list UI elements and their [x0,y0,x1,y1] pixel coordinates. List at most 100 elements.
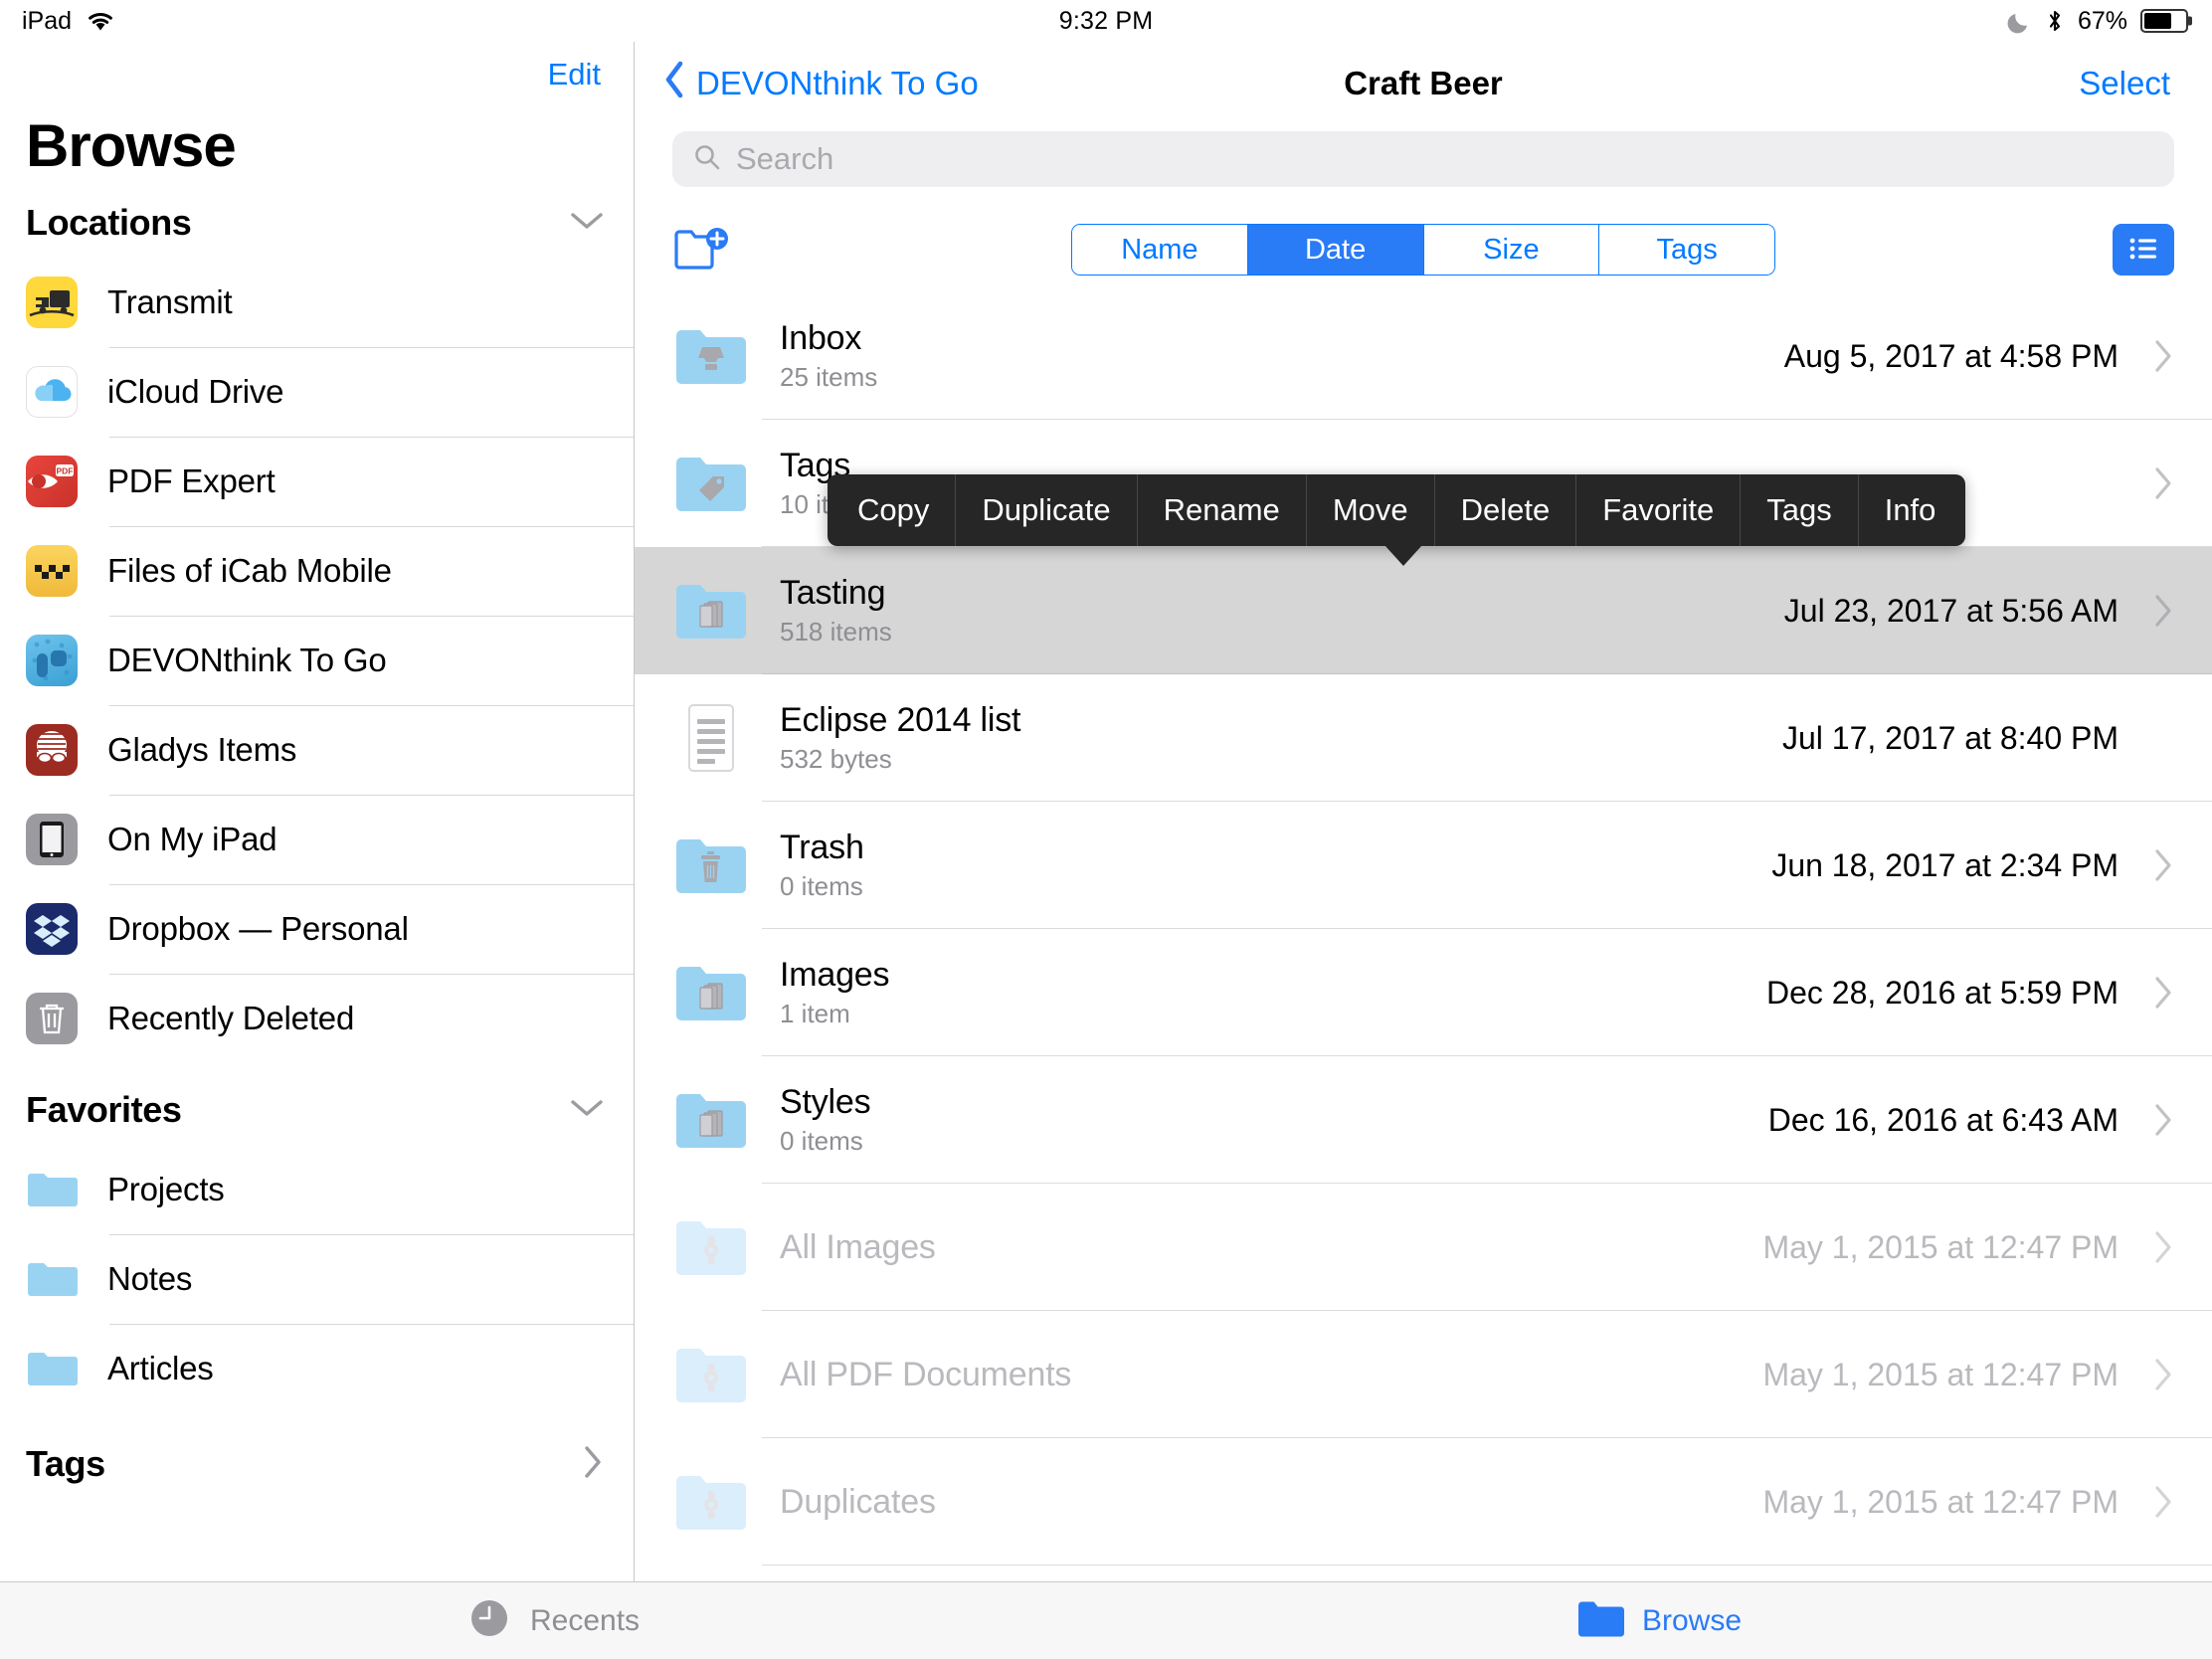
table-row[interactable]: Trash 0 items Jun 18, 2017 at 2:34 PM [635,802,2212,929]
sidebar-item-label: Dropbox — Personal [107,910,409,947]
row-title: Inbox [780,319,862,357]
sidebar-section-header-tags[interactable]: Tags [0,1413,634,1499]
sidebar-item-transmit[interactable]: Transmit [0,258,634,347]
chevron-right-icon [2152,465,2174,501]
folder-docs-icon [672,1081,750,1159]
sidebar-item-icloud-drive[interactable]: iCloud Drive [0,347,634,437]
row-text: Inbox 25 items [780,319,877,393]
search-bar-container [635,125,2212,207]
chevron-left-icon [662,60,686,107]
navigation-bar: DEVONthink To Go Craft Beer Select [635,42,2212,125]
search-icon [692,142,722,177]
context-menu-pointer [1384,545,1422,566]
status-bar-right: 67% [2007,7,2188,36]
sort-segment-date[interactable]: Date [1247,225,1424,275]
sidebar-section-header-locations[interactable]: Locations [0,194,634,258]
row-subtitle: 1 item [780,999,850,1028]
chevron-right-icon [2152,593,2174,629]
row-title: Duplicates [780,1482,936,1521]
row-subtitle: 0 items [780,1126,863,1156]
pdf-expert-app-icon: PDF [26,456,78,507]
list-view-button[interactable] [2113,224,2174,276]
moon-icon [2007,9,2032,34]
back-button[interactable]: DEVONthink To Go [662,60,979,107]
table-row[interactable]: Eclipse 2014 list 532 bytes Jul 17, 2017… [635,674,2212,802]
row-text: All PDF Documents [780,1356,1071,1394]
sidebar-item-dropbox-personal[interactable]: Dropbox — Personal [0,884,634,974]
table-row[interactable]: All Images May 1, 2015 at 12:47 PM [635,1184,2212,1311]
sidebar-item-notes[interactable]: Notes [0,1234,634,1324]
row-title: All Images [780,1227,936,1266]
sidebar-item-devonthink[interactable]: DEVONthink To Go [0,616,634,705]
table-row[interactable]: Duplicates May 1, 2015 at 12:47 PM [635,1438,2212,1566]
sort-segment-name[interactable]: Name [1072,225,1248,275]
svg-text:PDF: PDF [57,466,74,476]
new-folder-button[interactable] [672,221,734,279]
table-row[interactable]: Images 1 item Dec 28, 2016 at 5:59 PM [635,929,2212,1056]
context-menu-item-delete[interactable]: Delete [1435,474,1577,546]
select-button[interactable]: Select [2079,65,2170,102]
sidebar-section-header-favorites[interactable]: Favorites [0,1063,634,1145]
context-menu-item-tags[interactable]: Tags [1741,474,1859,546]
battery-percent-label: 67% [2077,6,2127,35]
row-subtitle: 25 items [780,362,878,392]
context-menu-item-duplicate[interactable]: Duplicate [956,474,1138,546]
row-date: Jun 18, 2017 at 2:34 PM [1771,846,2119,883]
sidebar-locations-list: Transmit iCloud Drive PDF PDF Expert Fil… [0,258,634,1063]
folder-tag-icon [672,445,750,522]
chevron-down-icon[interactable] [570,1098,604,1123]
row-subtitle: 518 items [780,617,892,646]
list-toolbar: Name Date Size Tags [635,207,2212,292]
row-date: Jul 17, 2017 at 8:40 PM [1782,719,2119,756]
folder-docs-icon [672,572,750,649]
icab-mobile-app-icon [26,545,78,597]
new-folder-icon [672,221,734,279]
folder-smartgroup-icon [672,1208,750,1286]
ipad-files-app: iPad 9:32 PM 67% Edit Browse Locations T… [0,0,2212,1659]
search-input[interactable] [736,141,2154,177]
sidebar-item-label: PDF Expert [107,462,276,499]
sort-segment-size[interactable]: Size [1423,225,1600,275]
row-subtitle: 0 items [780,871,863,901]
chevron-right-icon [2152,1357,2174,1392]
context-menu-item-favorite[interactable]: Favorite [1576,474,1742,546]
tab-browse[interactable]: Browse [1106,1597,2212,1644]
status-bar: iPad 9:32 PM 67% [0,0,2212,42]
context-menu-item-rename[interactable]: Rename [1138,474,1307,546]
sidebar-item-gladys-items[interactable]: Gladys Items [0,705,634,795]
text-document-icon [672,699,750,777]
search-bar[interactable] [672,131,2174,187]
sidebar-item-icab-mobile[interactable]: Files of iCab Mobile [0,526,634,616]
table-row[interactable]: Inbox 25 items Aug 5, 2017 at 4:58 PM [635,292,2212,420]
row-date: Dec 16, 2016 at 6:43 AM [1767,1101,2119,1138]
tab-bar: Recents Browse [0,1581,2212,1659]
sidebar-item-label: Files of iCab Mobile [107,552,392,589]
sidebar-item-articles[interactable]: Articles [0,1324,634,1413]
sidebar-item-pdf-expert[interactable]: PDF PDF Expert [0,437,634,526]
context-menu-item-copy[interactable]: Copy [828,474,957,546]
status-bar-clock: 9:32 PM [1058,6,1154,35]
chevron-down-icon[interactable] [570,211,604,236]
folder-icon [26,1164,78,1215]
table-row[interactable]: Tasting 518 items Jul 23, 2017 at 5:56 A… [635,547,2212,674]
tab-recents[interactable]: Recents [0,1595,1106,1646]
sidebar: Edit Browse Locations Transmit iCloud Dr… [0,42,635,1581]
transmit-app-icon [26,276,78,328]
sidebar-item-label: On My iPad [107,821,277,857]
context-menu-item-info[interactable]: Info [1859,474,1966,546]
context-menu[interactable]: Copy Duplicate Rename Move Delete Favori… [828,474,1966,546]
list-view-icon [2126,234,2160,267]
row-title: Styles [780,1083,871,1121]
chevron-right-icon[interactable] [582,1445,604,1484]
context-menu-item-move[interactable]: Move [1307,474,1435,546]
tab-label: Recents [529,1603,641,1637]
edit-button[interactable]: Edit [548,57,601,92]
sidebar-item-on-my-ipad[interactable]: On My iPad [0,795,634,884]
trash-icon [26,993,78,1044]
table-row[interactable]: All PDF Documents May 1, 2015 at 12:47 P… [635,1311,2212,1438]
sidebar-item-projects[interactable]: Projects [0,1145,634,1234]
table-row[interactable]: Styles 0 items Dec 16, 2016 at 6:43 AM [635,1056,2212,1184]
sort-segment-tags[interactable]: Tags [1599,225,1774,275]
sort-segmented-control[interactable]: Name Date Size Tags [1071,224,1775,276]
sidebar-item-recently-deleted[interactable]: Recently Deleted [0,974,634,1063]
